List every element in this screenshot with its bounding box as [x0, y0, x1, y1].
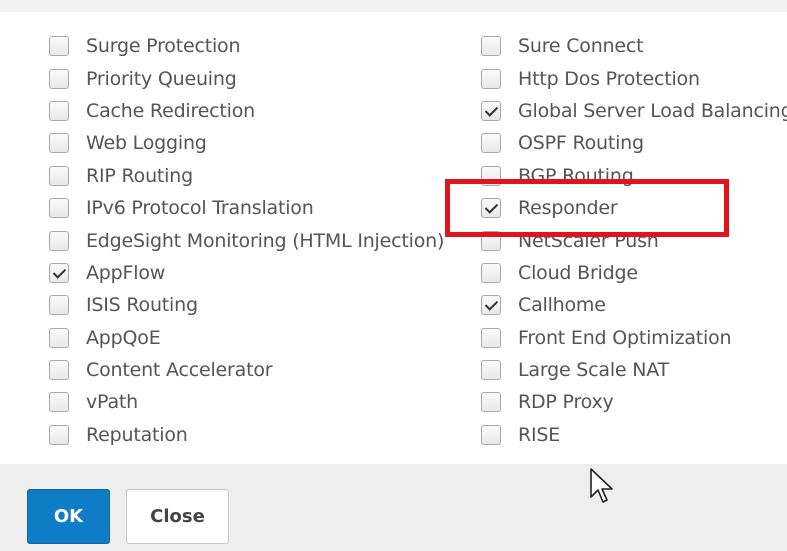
feature-item[interactable]: Large Scale NAT	[481, 354, 787, 386]
checkbox-icon[interactable]	[49, 133, 69, 154]
feature-item[interactable]: OSPF Routing	[481, 127, 787, 159]
checkbox-icon[interactable]	[49, 262, 69, 283]
feature-item[interactable]: Web Logging	[49, 127, 444, 159]
feature-label: IPv6 Protocol Translation	[86, 197, 314, 220]
checkbox-icon[interactable]	[481, 262, 501, 283]
feature-label: Callhome	[518, 294, 606, 317]
checkbox-icon[interactable]	[481, 360, 501, 381]
checkbox-icon[interactable]	[481, 68, 501, 89]
feature-item[interactable]: AppFlow	[49, 257, 444, 289]
feature-column-left: Surge Protection Priority Queuing Cache Re…	[49, 30, 444, 451]
feature-label: AppQoE	[86, 326, 161, 349]
close-button[interactable]: Close	[126, 489, 229, 544]
feature-item[interactable]: Cloud Bridge	[481, 257, 787, 289]
feature-label: Surge Protection	[86, 35, 241, 58]
checkbox-icon[interactable]	[481, 100, 501, 121]
feature-label: AppFlow	[86, 261, 166, 284]
feature-item[interactable]: IPv6 Protocol Translation	[49, 192, 444, 224]
feature-label: RISE	[518, 423, 561, 446]
feature-label: EdgeSight Monitoring (HTML Injection)	[86, 229, 445, 252]
mouse-cursor-icon	[590, 468, 613, 503]
feature-item[interactable]: RISE	[481, 419, 787, 451]
feature-label: Front End Optimization	[518, 326, 732, 349]
feature-label: Web Logging	[86, 132, 207, 155]
feature-label: Http Dos Protection	[518, 67, 700, 90]
annotation-highlight-box	[445, 179, 729, 237]
dialog-footer	[0, 464, 787, 551]
feature-label: Content Accelerator	[86, 359, 273, 382]
feature-item[interactable]: EdgeSight Monitoring (HTML Injection)	[49, 224, 444, 256]
checkbox-icon[interactable]	[49, 327, 69, 348]
feature-item[interactable]: vPath	[49, 386, 444, 418]
feature-item[interactable]: Http Dos Protection	[481, 62, 787, 94]
checkbox-icon[interactable]	[481, 36, 501, 57]
feature-label: Global Server Load Balancing	[518, 99, 787, 122]
feature-item[interactable]: Surge Protection	[49, 30, 444, 62]
checkbox-icon[interactable]	[49, 392, 69, 413]
feature-label: OSPF Routing	[518, 132, 644, 155]
checkbox-icon[interactable]	[49, 165, 69, 186]
feature-item[interactable]: ISIS Routing	[49, 289, 444, 321]
feature-label: vPath	[86, 391, 138, 414]
checkbox-icon[interactable]	[49, 230, 69, 251]
feature-item[interactable]: RIP Routing	[49, 160, 444, 192]
checkbox-icon[interactable]	[49, 68, 69, 89]
checkbox-icon[interactable]	[49, 198, 69, 219]
checkbox-icon[interactable]	[481, 424, 501, 445]
feature-item[interactable]: Content Accelerator	[49, 354, 444, 386]
checkbox-icon[interactable]	[481, 295, 501, 316]
feature-item[interactable]: Callhome	[481, 289, 787, 321]
feature-label: ISIS Routing	[86, 294, 198, 317]
dialog-top-strip	[0, 0, 787, 12]
feature-label: Large Scale NAT	[518, 359, 669, 382]
feature-item[interactable]: RDP Proxy	[481, 386, 787, 418]
feature-item[interactable]: Cache Redirection	[49, 95, 444, 127]
feature-item[interactable]: Priority Queuing	[49, 62, 444, 94]
feature-column-right: Sure Connect Http Dos Protection Global Se…	[481, 30, 787, 451]
ok-button[interactable]: OK	[27, 489, 110, 544]
feature-item[interactable]: Front End Optimization	[481, 322, 787, 354]
feature-label: Cloud Bridge	[518, 261, 638, 284]
feature-item[interactable]: Global Server Load Balancing	[481, 95, 787, 127]
feature-label: RIP Routing	[86, 164, 193, 187]
feature-label: RDP Proxy	[518, 391, 614, 414]
feature-item[interactable]: AppQoE	[49, 322, 444, 354]
checkbox-icon[interactable]	[481, 327, 501, 348]
checkbox-icon[interactable]	[49, 36, 69, 57]
feature-item[interactable]: Reputation	[49, 419, 444, 451]
checkbox-icon[interactable]	[481, 392, 501, 413]
feature-label: Sure Connect	[518, 35, 644, 58]
feature-item[interactable]: Sure Connect	[481, 30, 787, 62]
checkbox-icon[interactable]	[49, 295, 69, 316]
feature-label: Priority Queuing	[86, 67, 237, 90]
feature-label: Reputation	[86, 423, 188, 446]
checkbox-icon[interactable]	[49, 100, 69, 121]
checkbox-icon[interactable]	[49, 424, 69, 445]
checkbox-icon[interactable]	[481, 133, 501, 154]
feature-label: Cache Redirection	[86, 99, 256, 122]
checkbox-icon[interactable]	[49, 360, 69, 381]
